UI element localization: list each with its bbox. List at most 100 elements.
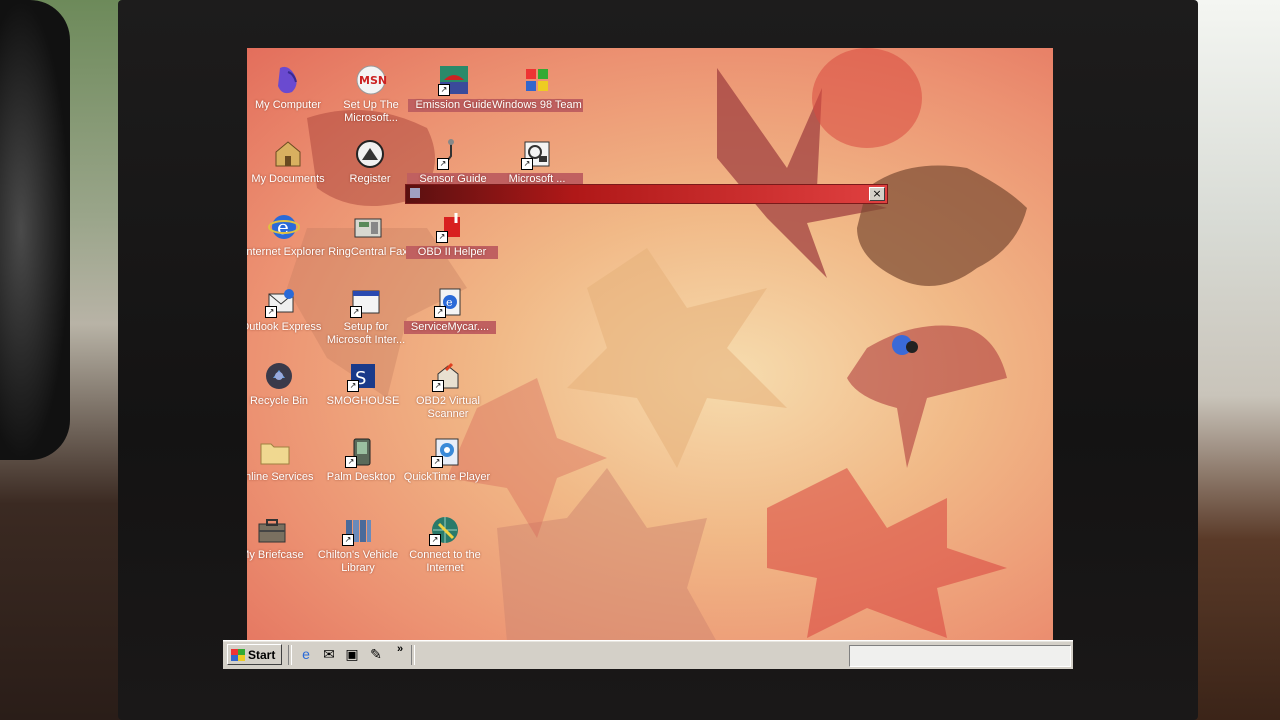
- icon-setup-for-microsoft-inter[interactable]: ↗ Setup for Microsoft Inter...: [320, 286, 412, 347]
- shortcut-arrow-icon: ↗: [521, 158, 533, 170]
- icon-microsoft[interactable]: ↗ Microsoft ...: [491, 138, 583, 186]
- sensor-guide-icon: ↗: [437, 138, 469, 170]
- icon-palm-desktop[interactable]: ↗ Palm Desktop: [315, 436, 407, 484]
- shortcut-arrow-icon: ↗: [437, 158, 449, 170]
- icon-recycle-bin[interactable]: Recycle Bin: [247, 360, 325, 408]
- icon-outlook-express[interactable]: ↗ Outlook Express: [247, 286, 327, 334]
- icon-windows-98-team[interactable]: Windows 98 Team: [491, 64, 583, 112]
- icon-servicemycar[interactable]: e ↗ ServiceMycar....: [404, 286, 496, 334]
- quicklaunch-channels-icon[interactable]: ✎: [367, 646, 385, 663]
- windows-flag-icon: [231, 649, 245, 661]
- icon-label: Chilton's Vehicle Library: [317, 549, 399, 574]
- library-icon: ↗: [342, 514, 374, 546]
- quicklaunch-show-desktop-icon[interactable]: ▣: [343, 646, 361, 663]
- icon-label: OBD II Helper: [406, 246, 498, 259]
- icon-my-documents[interactable]: My Documents: [247, 138, 334, 186]
- icon-quicktime-player[interactable]: ↗ QuickTime Player: [401, 436, 493, 484]
- svg-text:e: e: [277, 215, 289, 239]
- icon-label: RingCentral Fax: [328, 246, 408, 258]
- shortcut-arrow-icon: ↗: [429, 534, 441, 546]
- icon-chiltons-vehicle-library[interactable]: ↗ Chilton's Vehicle Library: [312, 514, 404, 575]
- shortcut-arrow-icon: ↗: [350, 306, 362, 318]
- recycle-bin-icon: [263, 360, 295, 392]
- icon-connect-to-the-internet[interactable]: ↗ Connect to the Internet: [399, 514, 491, 575]
- icon-label: Palm Desktop: [326, 471, 396, 483]
- icon-emission-guide[interactable]: ↗ Emission Guide: [408, 64, 500, 112]
- icon-obd-ii-helper[interactable]: ↗ OBD II Helper: [406, 211, 498, 259]
- icon-my-briefcase[interactable]: My Briefcase: [247, 514, 318, 562]
- shortcut-arrow-icon: ↗: [438, 84, 450, 96]
- window-setup-icon: ↗: [350, 286, 382, 318]
- room-background-left: [0, 0, 135, 720]
- icon-label: My Briefcase: [247, 549, 304, 561]
- connect-internet-icon: ↗: [429, 514, 461, 546]
- folder-icon: [259, 436, 291, 468]
- icon-label: Recycle Bin: [249, 395, 309, 407]
- icon-label: Internet Explorer: [247, 246, 325, 258]
- dialog-titlebar[interactable]: ×: [405, 184, 888, 204]
- taskbar-separator: [288, 645, 292, 665]
- shortcut-arrow-icon: ↗: [436, 231, 448, 243]
- outlook-express-icon: ↗: [265, 286, 297, 318]
- internet-explorer-icon: e: [268, 211, 300, 243]
- smoghouse-icon: S ↗: [347, 360, 379, 392]
- icon-label: SMOGHOUSE: [326, 395, 400, 407]
- svg-text:e: e: [446, 296, 453, 309]
- shortcut-arrow-icon: ↗: [434, 306, 446, 318]
- shortcut-arrow-icon: ↗: [265, 306, 277, 318]
- icon-my-computer[interactable]: My Computer: [247, 64, 334, 112]
- icon-label: Register: [349, 173, 391, 185]
- internet-document-icon: e ↗: [434, 286, 466, 318]
- taskbar-separator: [411, 645, 415, 665]
- start-label: Start: [248, 648, 276, 662]
- icon-label: OBD2 Virtual Scanner: [416, 395, 480, 420]
- emission-guide-icon: ↗: [438, 64, 470, 96]
- close-button[interactable]: ×: [869, 187, 885, 201]
- quicktime-icon: ↗: [431, 436, 463, 468]
- icon-internet-explorer[interactable]: e Internet Explorer: [247, 211, 330, 259]
- icon-label: Set Up The Microsoft...: [343, 99, 399, 124]
- quicklaunch-more-button[interactable]: »: [397, 643, 403, 655]
- windows-flag-icon: [521, 64, 553, 96]
- shortcut-arrow-icon: ↗: [432, 380, 444, 392]
- shortcut-arrow-icon: ↗: [345, 456, 357, 468]
- taskbar: Start e ✉ ▣ ✎ »: [223, 640, 1073, 669]
- icon-label: Emission Guide: [408, 99, 500, 112]
- icon-register[interactable]: Register: [324, 138, 416, 186]
- msn-icon: MSN: [355, 64, 387, 96]
- icon-sensor-guide[interactable]: ↗ Sensor Guide: [407, 138, 499, 186]
- shortcut-arrow-icon: ↗: [431, 456, 443, 468]
- register-icon: [354, 138, 386, 170]
- icon-obd2-virtual-scanner[interactable]: ↗ OBD2 Virtual Scanner: [402, 360, 494, 421]
- icon-label: My Computer: [254, 99, 322, 111]
- start-button[interactable]: Start: [227, 644, 282, 665]
- quicklaunch-ie-icon[interactable]: e: [297, 646, 315, 663]
- icon-label: Windows 98 Team: [491, 99, 583, 112]
- icon-label: Setup for Microsoft Inter...: [326, 321, 406, 346]
- microsoft-program-icon: ↗: [521, 138, 553, 170]
- icon-ringcentral-fax[interactable]: RingCentral Fax: [322, 211, 414, 259]
- lamp: [0, 0, 70, 460]
- icon-set-up-the-microsoft[interactable]: MSN Set Up The Microsoft...: [325, 64, 417, 125]
- icon-label: ServiceMycar....: [404, 321, 496, 334]
- palm-desktop-icon: ↗: [345, 436, 377, 468]
- icon-label: Connect to the Internet: [409, 549, 481, 574]
- shortcut-arrow-icon: ↗: [342, 534, 354, 546]
- briefcase-icon: [256, 514, 288, 546]
- system-tray[interactable]: [849, 645, 1071, 667]
- my-documents-icon: [272, 138, 304, 170]
- quicklaunch-outlook-icon[interactable]: ✉: [320, 646, 338, 663]
- desktop[interactable]: My Computer My Documents e Internet Expl…: [247, 48, 1053, 642]
- shortcut-arrow-icon: ↗: [347, 380, 359, 392]
- fax-icon: [352, 211, 384, 243]
- my-computer-icon: [272, 64, 304, 96]
- scanner-icon: ↗: [432, 360, 464, 392]
- icon-label: Outlook Express: [247, 321, 322, 333]
- icon-label: Online Services: [247, 471, 314, 483]
- window-system-icon: [410, 188, 420, 198]
- icon-online-services[interactable]: Online Services: [247, 436, 321, 484]
- svg-text:MSN: MSN: [359, 74, 387, 87]
- icon-label: My Documents: [251, 173, 325, 185]
- obd-helper-icon: ↗: [436, 211, 468, 243]
- icon-smoghouse[interactable]: S ↗ SMOGHOUSE: [317, 360, 409, 408]
